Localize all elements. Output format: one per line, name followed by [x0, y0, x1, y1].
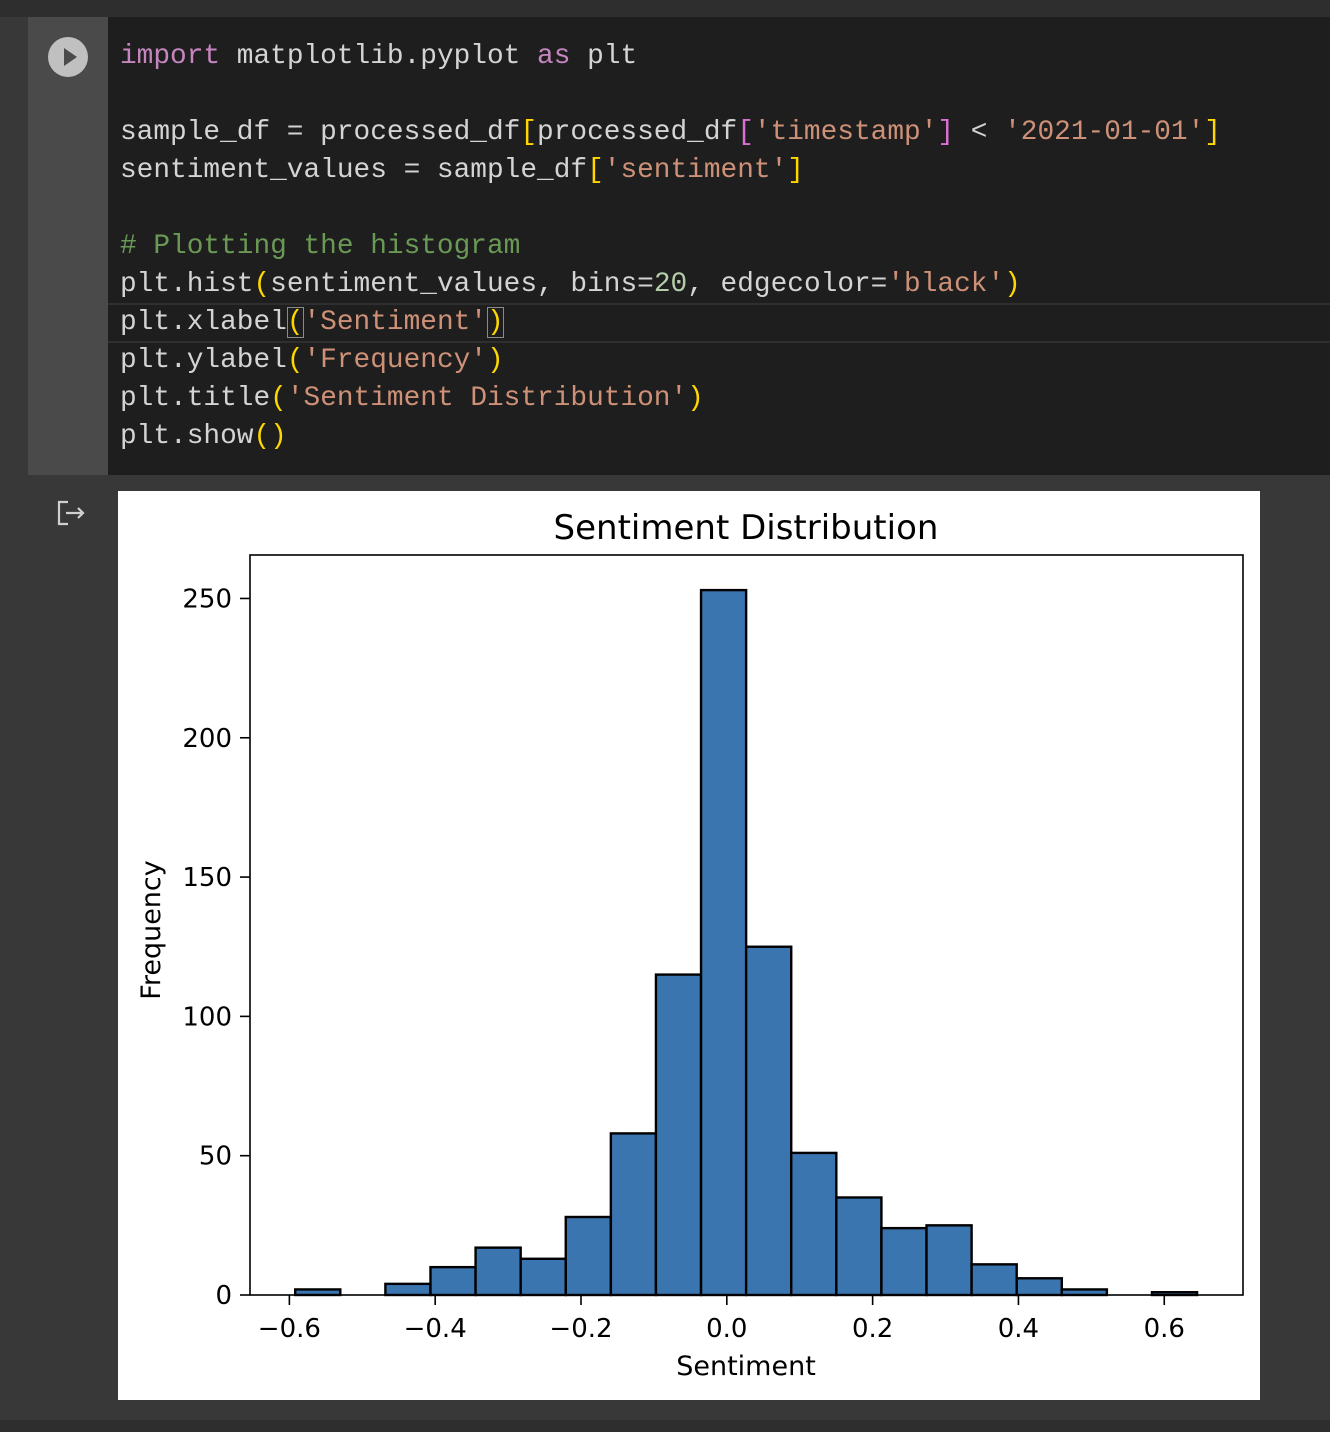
code-token: plt.ylabel: [120, 345, 287, 376]
code-token: ): [687, 383, 704, 414]
code-token: [: [520, 117, 538, 148]
histogram-bar: [790, 1151, 838, 1297]
x-tick-label: 0.2: [852, 1314, 893, 1344]
histogram-bar: [294, 1288, 342, 1297]
histogram-chart: Sentiment Distribution −0.6 −0.4 −0.2 0.0 0.…: [118, 491, 1260, 1400]
code-token: plt.show: [120, 421, 254, 452]
chart-svg: Sentiment Distribution −0.6 −0.4 −0.2 0.0 0.…: [136, 508, 1244, 1382]
run-cell-button[interactable]: [48, 37, 88, 77]
histogram-bar: [654, 973, 703, 1297]
code-token: matplotlib.pyplot: [220, 41, 538, 72]
code-token: (: [270, 383, 287, 414]
code-token: 'sentiment': [603, 155, 788, 186]
code-line[interactable]: import matplotlib.pyplot as plt: [120, 38, 1221, 76]
code-token: 'Sentiment': [303, 307, 488, 338]
code-token: (: [253, 269, 271, 300]
y-tick-label: 200: [182, 724, 232, 754]
code-token: # Plotting the histogram: [120, 231, 521, 262]
top-strip: [0, 0, 1330, 17]
code-token: [: [737, 117, 754, 148]
code-token: [: [587, 155, 604, 186]
code-token: (: [286, 307, 304, 338]
code-token: as: [537, 41, 571, 72]
code-line[interactable]: [120, 190, 1221, 228]
y-tick-label: 50: [199, 1142, 232, 1172]
code-token: ): [487, 345, 504, 376]
code-token: ]: [1204, 117, 1221, 148]
code-line[interactable]: plt.show(): [120, 418, 1221, 456]
code-token: 20: [653, 269, 688, 300]
code-token: processed_df: [537, 117, 738, 148]
code-token: plt: [570, 41, 638, 72]
code-line[interactable]: # Plotting the histogram: [120, 228, 1221, 266]
cell-gutter: [28, 17, 108, 475]
code-token: ): [487, 307, 504, 338]
code-token: sentiment_values, bins=: [270, 269, 654, 300]
x-tick-label: −0.6: [258, 1314, 321, 1344]
y-tick-label: 150: [182, 863, 232, 893]
histogram-bar: [564, 1215, 613, 1297]
histogram-bar: [699, 588, 748, 1297]
y-axis-label: Frequency: [136, 860, 167, 1000]
code-token: '2021-01-01': [1004, 117, 1205, 148]
y-tick-label: 0: [215, 1281, 232, 1311]
chart-title: Sentiment Distribution: [554, 508, 939, 548]
histogram-bar: [519, 1257, 567, 1297]
histogram-bar: [744, 945, 793, 1297]
code-token: plt.xlabel: [120, 307, 287, 338]
output-redirect-icon[interactable]: [56, 499, 86, 527]
histogram-bar: [1060, 1288, 1109, 1297]
histogram-bar: [429, 1265, 477, 1297]
code-cell[interactable]: import matplotlib.pyplot as plt sample_df…: [28, 17, 1330, 475]
code-token: ): [1004, 269, 1021, 300]
histogram-bar: [474, 1246, 522, 1297]
y-tick-label: 250: [182, 584, 232, 614]
code-token: sentiment_values = sample_df: [120, 155, 588, 186]
code-line[interactable]: sample_df = processed_df[processed_df['t…: [120, 114, 1221, 152]
x-tick-label: 0.6: [1144, 1314, 1185, 1344]
code-line[interactable]: sentiment_values = sample_df['sentiment'…: [120, 152, 1221, 190]
code-token: import: [120, 41, 221, 72]
code-token: 'Sentiment Distribution': [286, 383, 688, 414]
code-token: 'black': [887, 269, 1005, 300]
x-axis-label: Sentiment: [676, 1351, 816, 1382]
histogram-bar: [880, 1226, 928, 1297]
code-token: (: [286, 345, 304, 376]
code-line[interactable]: plt.title('Sentiment Distribution'): [120, 380, 1221, 418]
x-tick-label: −0.4: [404, 1314, 467, 1344]
histogram-bar: [925, 1224, 973, 1297]
code-token: 'Frequency': [303, 345, 488, 376]
code-line[interactable]: plt.ylabel('Frequency'): [120, 342, 1221, 380]
x-tick-label: 0.4: [998, 1314, 1039, 1344]
histogram-bar: [835, 1196, 883, 1297]
code-token: plt.hist: [120, 269, 254, 300]
code-line[interactable]: plt.xlabel('Sentiment'): [120, 304, 1221, 342]
y-tick-label: 100: [182, 1002, 232, 1032]
code-editor[interactable]: import matplotlib.pyplot as plt sample_df…: [120, 38, 1221, 456]
x-tick-label: −0.2: [549, 1314, 612, 1344]
histogram-bar: [384, 1282, 432, 1297]
code-token: plt.title: [120, 383, 271, 414]
code-token: sample_df = processed_df: [120, 117, 521, 148]
histogram-bar: [609, 1132, 658, 1297]
histogram-bar: [970, 1263, 1018, 1297]
bottom-strip: [0, 1420, 1330, 1432]
code-token: ]: [787, 155, 804, 186]
code-token: , edgecolor=: [687, 269, 888, 300]
code-token: <: [954, 117, 1005, 148]
code-token: (): [253, 421, 287, 452]
code-line[interactable]: [120, 76, 1221, 114]
code-token: 'timestamp': [753, 117, 938, 148]
code-token: ]: [937, 117, 955, 148]
histogram-bar: [1015, 1277, 1063, 1297]
code-line[interactable]: plt.hist(sentiment_values, bins=20, edge…: [120, 266, 1221, 304]
x-tick-label: 0.0: [706, 1314, 747, 1344]
